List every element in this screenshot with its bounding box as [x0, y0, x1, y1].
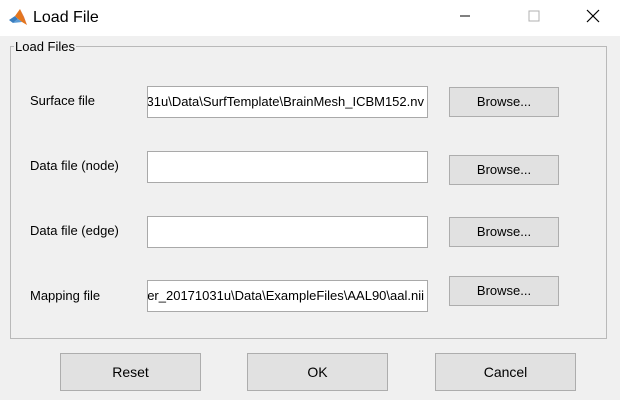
mapping-file-label: Mapping file [30, 288, 101, 303]
surface-file-value: l31u\Data\SurfTemplate\BrainMesh_ICBM152… [147, 94, 424, 109]
data-file-edge-browse-button[interactable]: Browse... [449, 217, 559, 247]
close-button[interactable] [570, 0, 616, 36]
mapping-file-field[interactable]: er_20171031u\Data\ExampleFiles\AAL90\aal… [147, 280, 428, 312]
data-file-edge-field[interactable] [147, 216, 428, 248]
mapping-file-value: er_20171031u\Data\ExampleFiles\AAL90\aal… [147, 288, 424, 303]
mapping-file-browse-button[interactable]: Browse... [449, 276, 559, 306]
maximize-button[interactable] [511, 0, 557, 36]
title-bar: Load File [0, 0, 620, 36]
data-file-edge-label: Data file (edge) [30, 223, 119, 238]
matlab-logo-icon [8, 8, 28, 28]
data-file-node-browse-button[interactable]: Browse... [449, 155, 559, 185]
ok-button[interactable]: OK [247, 353, 388, 391]
reset-button[interactable]: Reset [60, 353, 201, 391]
close-icon [586, 9, 600, 28]
surface-file-browse-button[interactable]: Browse... [449, 87, 559, 117]
maximize-icon [528, 9, 540, 27]
cancel-button[interactable]: Cancel [435, 353, 576, 391]
surface-file-label: Surface file [30, 93, 96, 108]
panel-title: Load Files [14, 39, 76, 55]
minimize-icon [459, 9, 471, 27]
surface-file-field[interactable]: l31u\Data\SurfTemplate\BrainMesh_ICBM152… [147, 86, 428, 118]
data-file-node-field[interactable] [147, 151, 428, 183]
data-file-node-label: Data file (node) [30, 158, 119, 173]
window-title: Load File [33, 9, 99, 26]
minimize-button[interactable] [442, 0, 488, 36]
